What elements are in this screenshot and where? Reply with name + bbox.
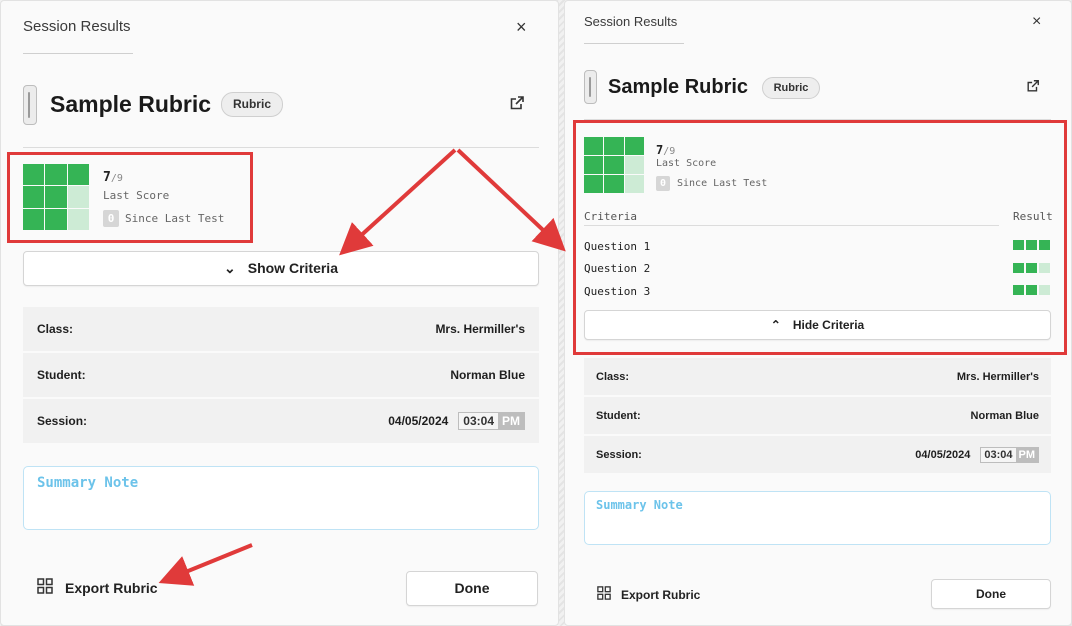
class-row: Class: Mrs. Hermiller's [23,307,539,351]
session-ampm: PM [498,413,524,429]
external-link-icon[interactable] [1026,79,1040,98]
grid-icon [597,586,611,603]
rubric-badge: Rubric [762,77,820,99]
session-date: 04/05/2024 [388,414,449,428]
summary-note-field[interactable]: Summary Note [584,491,1051,545]
title-underline [584,43,684,44]
student-row: Student: Norman Blue [584,397,1051,434]
export-rubric-label: Export Rubric [65,579,158,596]
session-datetime: 04/05/2024 03:04 PM [915,446,1039,463]
export-rubric-button[interactable]: Export Rubric [37,578,158,597]
session-datetime: 04/05/2024 03:04 PM [388,412,525,430]
drag-handle[interactable] [23,85,37,125]
session-row: Session: 04/05/2024 03:04 PM [584,436,1051,473]
annotation-highlight-box [7,152,253,243]
show-criteria-button[interactable]: ⌄ Show Criteria [23,251,539,286]
class-row: Class: Mrs. Hermiller's [584,358,1051,395]
grid-icon [37,578,53,597]
rubric-title: Sample Rubric [50,91,212,117]
title-underline [23,53,133,54]
chevron-down-icon: ⌄ [224,260,236,276]
dialog-title: Session Results [23,18,131,35]
rubric-title: Sample Rubric [608,76,749,98]
class-value: Mrs. Hermiller's [435,322,525,336]
student-value: Norman Blue [450,368,525,382]
summary-note-placeholder: Summary Note [37,475,139,491]
summary-note-field[interactable]: Summary Note [23,466,539,530]
drag-handle[interactable] [584,70,597,104]
dialog-title: Session Results [584,14,678,29]
session-time: 03:04 [981,447,1016,462]
close-icon[interactable]: × [516,18,527,36]
summary-note-placeholder: Summary Note [596,498,683,512]
export-rubric-label: Export Rubric [621,587,701,602]
annotation-highlight-box [573,120,1067,355]
rubric-badge: Rubric [221,92,283,117]
close-icon[interactable]: × [1032,14,1041,30]
divider [23,147,539,148]
class-label: Class: [37,322,74,336]
class-value: Mrs. Hermiller's [956,370,1039,383]
session-time: 03:04 [459,413,498,429]
session-label: Session: [37,414,88,428]
class-label: Class: [596,370,630,383]
show-criteria-label: Show Criteria [247,260,338,276]
student-label: Student: [596,409,641,422]
student-value: Norman Blue [970,409,1039,422]
session-ampm: PM [1015,447,1038,462]
done-button[interactable]: Done [931,579,1051,609]
session-time-box: 03:04 PM [458,412,525,430]
session-results-dialog-expanded: Session Results × Sample Rubric Rubric 7… [564,0,1072,626]
student-label: Student: [37,368,86,382]
done-button[interactable]: Done [406,571,538,606]
session-row: Session: 04/05/2024 03:04 PM [23,399,539,443]
session-time-box: 03:04 PM [980,446,1039,463]
external-link-icon[interactable] [509,95,525,116]
session-date: 04/05/2024 [915,448,971,461]
session-results-dialog-collapsed: Session Results × Sample Rubric Rubric 7… [0,0,559,626]
session-label: Session: [596,448,642,461]
student-row: Student: Norman Blue [23,353,539,397]
export-rubric-button[interactable]: Export Rubric [597,586,700,603]
